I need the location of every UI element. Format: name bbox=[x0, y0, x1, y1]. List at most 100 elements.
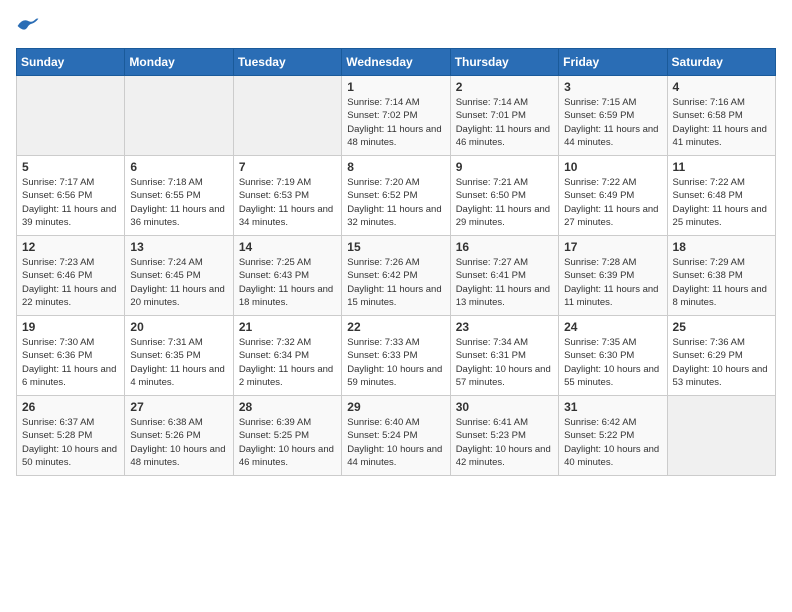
calendar-cell: 7 Sunrise: 7:19 AMSunset: 6:53 PMDaylight… bbox=[233, 156, 341, 236]
calendar-cell: 6 Sunrise: 7:18 AMSunset: 6:55 PMDaylight… bbox=[125, 156, 233, 236]
day-number: 25 bbox=[673, 320, 770, 334]
cell-info: Sunrise: 7:32 AMSunset: 6:34 PMDaylight:… bbox=[239, 336, 336, 389]
calendar-cell: 21 Sunrise: 7:32 AMSunset: 6:34 PMDayligh… bbox=[233, 316, 341, 396]
calendar-cell: 30 Sunrise: 6:41 AMSunset: 5:23 PMDayligh… bbox=[450, 396, 558, 476]
day-header-monday: Monday bbox=[125, 49, 233, 76]
day-number: 19 bbox=[22, 320, 119, 334]
calendar-cell: 27 Sunrise: 6:38 AMSunset: 5:26 PMDayligh… bbox=[125, 396, 233, 476]
calendar-header-row: SundayMondayTuesdayWednesdayThursdayFrid… bbox=[17, 49, 776, 76]
cell-info: Sunrise: 7:31 AMSunset: 6:35 PMDaylight:… bbox=[130, 336, 227, 389]
calendar-cell: 29 Sunrise: 6:40 AMSunset: 5:24 PMDayligh… bbox=[342, 396, 450, 476]
calendar-cell: 10Sunrise: 7:22 AMSunset: 6:49 PMDayligh… bbox=[559, 156, 667, 236]
day-number: 31 bbox=[564, 400, 661, 414]
day-number: 1 bbox=[347, 80, 444, 94]
cell-info: Sunrise: 6:38 AMSunset: 5:26 PMDaylight:… bbox=[130, 416, 227, 469]
calendar-cell: 8Sunrise: 7:20 AMSunset: 6:52 PMDaylight… bbox=[342, 156, 450, 236]
day-number: 20 bbox=[130, 320, 227, 334]
calendar-cell: 22 Sunrise: 7:33 AMSunset: 6:33 PMDayligh… bbox=[342, 316, 450, 396]
calendar-cell: 16 Sunrise: 7:27 AMSunset: 6:41 PMDayligh… bbox=[450, 236, 558, 316]
cell-info: Sunrise: 7:28 AMSunset: 6:39 PMDaylight:… bbox=[564, 256, 661, 309]
cell-info: Sunrise: 7:15 AMSunset: 6:59 PMDaylight:… bbox=[564, 96, 661, 149]
day-number: 21 bbox=[239, 320, 336, 334]
calendar-cell: 9 Sunrise: 7:21 AMSunset: 6:50 PMDaylight… bbox=[450, 156, 558, 236]
calendar-cell bbox=[667, 396, 775, 476]
day-number: 9 bbox=[456, 160, 553, 174]
page-header bbox=[16, 16, 776, 36]
calendar-week-row: 19 Sunrise: 7:30 AMSunset: 6:36 PMDayligh… bbox=[17, 316, 776, 396]
day-number: 10 bbox=[564, 160, 661, 174]
day-header-tuesday: Tuesday bbox=[233, 49, 341, 76]
calendar-cell: 26 Sunrise: 6:37 AMSunset: 5:28 PMDayligh… bbox=[17, 396, 125, 476]
cell-info: Sunrise: 7:35 AMSunset: 6:30 PMDaylight:… bbox=[564, 336, 661, 389]
day-number: 4 bbox=[673, 80, 770, 94]
calendar-cell: 13Sunrise: 7:24 AMSunset: 6:45 PMDayligh… bbox=[125, 236, 233, 316]
calendar-cell: 19 Sunrise: 7:30 AMSunset: 6:36 PMDayligh… bbox=[17, 316, 125, 396]
cell-info: Sunrise: 7:24 AMSunset: 6:45 PMDaylight:… bbox=[130, 256, 227, 309]
calendar-cell: 17 Sunrise: 7:28 AMSunset: 6:39 PMDayligh… bbox=[559, 236, 667, 316]
calendar-cell: 25 Sunrise: 7:36 AMSunset: 6:29 PMDayligh… bbox=[667, 316, 775, 396]
cell-info: Sunrise: 6:41 AMSunset: 5:23 PMDaylight:… bbox=[456, 416, 553, 469]
day-number: 7 bbox=[239, 160, 336, 174]
day-number: 6 bbox=[130, 160, 227, 174]
day-number: 11 bbox=[673, 160, 770, 174]
calendar-cell: 31Sunrise: 6:42 AMSunset: 5:22 PMDayligh… bbox=[559, 396, 667, 476]
cell-info: Sunrise: 7:21 AMSunset: 6:50 PMDaylight:… bbox=[456, 176, 553, 229]
calendar-cell: 12 Sunrise: 7:23 AMSunset: 6:46 PMDayligh… bbox=[17, 236, 125, 316]
calendar-cell: 20 Sunrise: 7:31 AMSunset: 6:35 PMDayligh… bbox=[125, 316, 233, 396]
day-header-friday: Friday bbox=[559, 49, 667, 76]
calendar-cell bbox=[233, 76, 341, 156]
calendar-cell: 23 Sunrise: 7:34 AMSunset: 6:31 PMDayligh… bbox=[450, 316, 558, 396]
day-number: 24 bbox=[564, 320, 661, 334]
cell-info: Sunrise: 7:27 AMSunset: 6:41 PMDaylight:… bbox=[456, 256, 553, 309]
calendar-week-row: 1 Sunrise: 7:14 AMSunset: 7:02 PMDaylight… bbox=[17, 76, 776, 156]
day-number: 22 bbox=[347, 320, 444, 334]
cell-info: Sunrise: 7:36 AMSunset: 6:29 PMDaylight:… bbox=[673, 336, 770, 389]
cell-info: Sunrise: 7:33 AMSunset: 6:33 PMDaylight:… bbox=[347, 336, 444, 389]
day-number: 29 bbox=[347, 400, 444, 414]
cell-info: Sunrise: 7:23 AMSunset: 6:46 PMDaylight:… bbox=[22, 256, 119, 309]
cell-info: Sunrise: 7:14 AMSunset: 7:01 PMDaylight:… bbox=[456, 96, 553, 149]
day-number: 12 bbox=[22, 240, 119, 254]
day-header-thursday: Thursday bbox=[450, 49, 558, 76]
day-number: 5 bbox=[22, 160, 119, 174]
cell-info: Sunrise: 7:17 AMSunset: 6:56 PMDaylight:… bbox=[22, 176, 119, 229]
cell-info: Sunrise: 7:25 AMSunset: 6:43 PMDaylight:… bbox=[239, 256, 336, 309]
day-number: 28 bbox=[239, 400, 336, 414]
day-number: 30 bbox=[456, 400, 553, 414]
cell-info: Sunrise: 7:20 AMSunset: 6:52 PMDaylight:… bbox=[347, 176, 444, 229]
day-header-wednesday: Wednesday bbox=[342, 49, 450, 76]
calendar-cell: 5 Sunrise: 7:17 AMSunset: 6:56 PMDaylight… bbox=[17, 156, 125, 236]
cell-info: Sunrise: 7:18 AMSunset: 6:55 PMDaylight:… bbox=[130, 176, 227, 229]
day-number: 26 bbox=[22, 400, 119, 414]
calendar-cell: 11Sunrise: 7:22 AMSunset: 6:48 PMDayligh… bbox=[667, 156, 775, 236]
calendar-week-row: 12 Sunrise: 7:23 AMSunset: 6:46 PMDayligh… bbox=[17, 236, 776, 316]
day-number: 15 bbox=[347, 240, 444, 254]
day-number: 18 bbox=[673, 240, 770, 254]
cell-info: Sunrise: 6:40 AMSunset: 5:24 PMDaylight:… bbox=[347, 416, 444, 469]
calendar-cell: 4 Sunrise: 7:16 AMSunset: 6:58 PMDaylight… bbox=[667, 76, 775, 156]
day-number: 16 bbox=[456, 240, 553, 254]
cell-info: Sunrise: 7:30 AMSunset: 6:36 PMDaylight:… bbox=[22, 336, 119, 389]
logo-bird-icon bbox=[16, 16, 40, 36]
calendar-cell: 18Sunrise: 7:29 AMSunset: 6:38 PMDayligh… bbox=[667, 236, 775, 316]
day-number: 27 bbox=[130, 400, 227, 414]
calendar-cell: 1 Sunrise: 7:14 AMSunset: 7:02 PMDaylight… bbox=[342, 76, 450, 156]
day-header-sunday: Sunday bbox=[17, 49, 125, 76]
day-number: 2 bbox=[456, 80, 553, 94]
calendar-cell bbox=[125, 76, 233, 156]
calendar-week-row: 26 Sunrise: 6:37 AMSunset: 5:28 PMDayligh… bbox=[17, 396, 776, 476]
day-number: 23 bbox=[456, 320, 553, 334]
calendar-table: SundayMondayTuesdayWednesdayThursdayFrid… bbox=[16, 48, 776, 476]
cell-info: Sunrise: 7:26 AMSunset: 6:42 PMDaylight:… bbox=[347, 256, 444, 309]
cell-info: Sunrise: 7:19 AMSunset: 6:53 PMDaylight:… bbox=[239, 176, 336, 229]
day-number: 17 bbox=[564, 240, 661, 254]
cell-info: Sunrise: 6:37 AMSunset: 5:28 PMDaylight:… bbox=[22, 416, 119, 469]
calendar-cell: 14Sunrise: 7:25 AMSunset: 6:43 PMDayligh… bbox=[233, 236, 341, 316]
calendar-cell: 15 Sunrise: 7:26 AMSunset: 6:42 PMDayligh… bbox=[342, 236, 450, 316]
logo bbox=[16, 16, 44, 36]
cell-info: Sunrise: 7:34 AMSunset: 6:31 PMDaylight:… bbox=[456, 336, 553, 389]
cell-info: Sunrise: 7:14 AMSunset: 7:02 PMDaylight:… bbox=[347, 96, 444, 149]
cell-info: Sunrise: 7:16 AMSunset: 6:58 PMDaylight:… bbox=[673, 96, 770, 149]
calendar-cell: 2 Sunrise: 7:14 AMSunset: 7:01 PMDaylight… bbox=[450, 76, 558, 156]
cell-info: Sunrise: 6:39 AMSunset: 5:25 PMDaylight:… bbox=[239, 416, 336, 469]
